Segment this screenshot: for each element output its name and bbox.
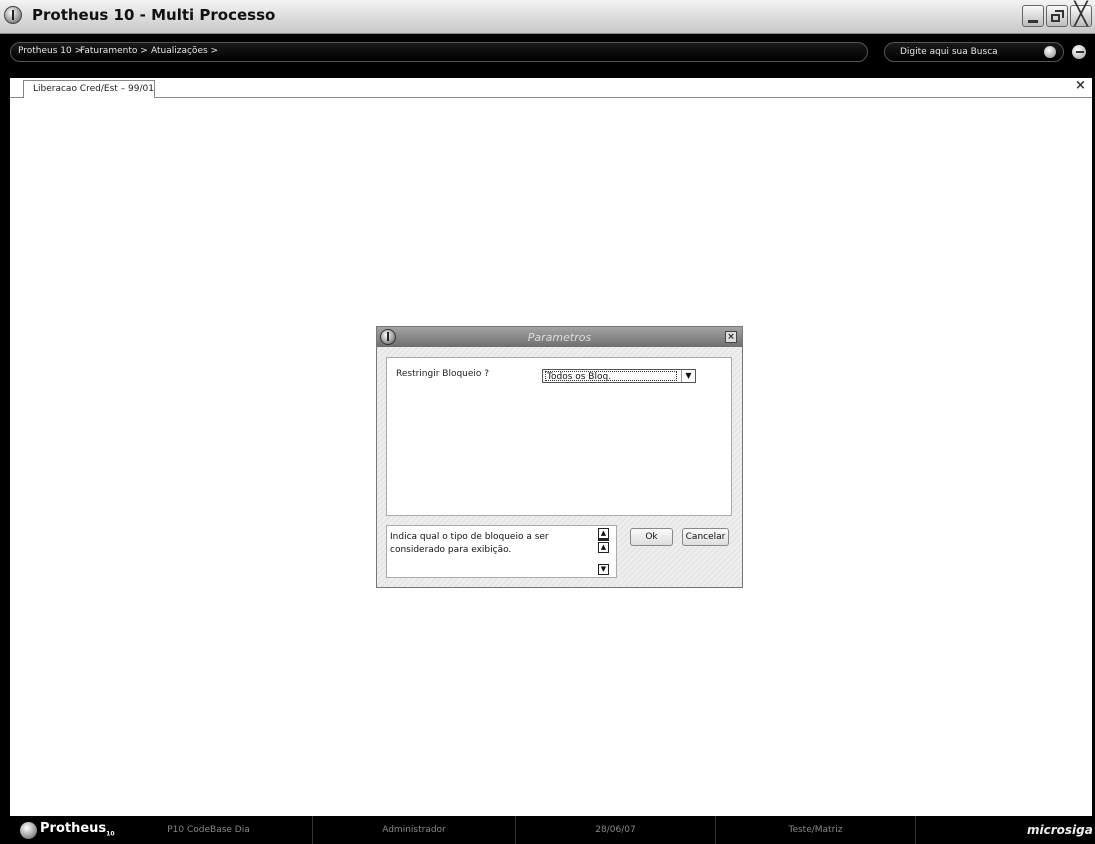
- protheus-logo-icon: [4, 6, 22, 24]
- scrollbar-separator: [598, 539, 609, 541]
- select-value: Todos os Bloq.: [545, 371, 677, 382]
- search-go-icon[interactable]: [1044, 46, 1056, 58]
- navigation-bar: Protheus 10 > Faturamento > Atualizações…: [0, 34, 1095, 78]
- restringir-bloqueio-select[interactable]: Todos os Bloq. ▼: [542, 369, 696, 383]
- tab-divider: [10, 97, 23, 98]
- status-bar: P10 CodeBase Dia Administrador 28/06/07 …: [10, 816, 1095, 844]
- breadcrumb-item-atualizacoes[interactable]: Atualizações >: [151, 46, 218, 56]
- window-titlebar: Protheus 10 - Multi Processo ╳: [0, 0, 1095, 34]
- status-environment: P10 CodeBase Dia: [105, 816, 313, 844]
- ok-button[interactable]: Ok: [630, 528, 673, 546]
- scroll-up-button[interactable]: ▲: [598, 542, 609, 553]
- tab-liberacao[interactable]: Liberacao Cred/Est – 99/01: [23, 80, 155, 98]
- search-input[interactable]: [900, 45, 1030, 59]
- protheus-logo-icon: [20, 822, 37, 839]
- scroll-up-button[interactable]: ▲: [598, 528, 609, 539]
- parameters-panel: Restringir Bloqueio ? Todos os Bloq. ▼: [386, 357, 732, 516]
- tab-close-icon[interactable]: ×: [1075, 78, 1086, 93]
- tab-label: Liberacao Cred/Est – 99/01: [33, 84, 154, 94]
- status-date: 28/06/07: [516, 816, 716, 844]
- dialog-close-button[interactable]: ×: [725, 331, 737, 343]
- help-text-box: Indica qual o tipo de bloqueio a ser con…: [386, 525, 617, 578]
- restore-button[interactable]: [1046, 5, 1068, 27]
- status-branch: Teste/Matriz: [716, 816, 916, 844]
- brand-text: Protheus: [40, 821, 107, 836]
- microsiga-logo: microsiga: [1027, 823, 1093, 837]
- breadcrumb-item-protheus[interactable]: Protheus 10 >: [18, 46, 82, 56]
- scroll-down-button[interactable]: ▼: [598, 564, 609, 575]
- brand-name: Protheus10: [40, 821, 115, 838]
- window-title: Protheus 10 - Multi Processo: [32, 6, 276, 24]
- status-user: Administrador: [313, 816, 516, 844]
- dialog-titlebar: Parametros ×: [377, 327, 742, 347]
- restringir-bloqueio-label: Restringir Bloqueio ?: [396, 369, 490, 379]
- cancel-button[interactable]: Cancelar: [682, 528, 729, 546]
- chevron-down-icon[interactable]: ▼: [681, 370, 695, 382]
- tab-divider: [155, 97, 1092, 98]
- dialog-title: Parametros: [527, 331, 592, 344]
- left-rail: [0, 78, 10, 844]
- minimize-button[interactable]: [1022, 5, 1044, 27]
- key-icon[interactable]: [1072, 45, 1086, 59]
- brand-version: 10: [106, 830, 115, 838]
- breadcrumb-item-faturamento[interactable]: Faturamento >: [80, 46, 148, 56]
- help-text: Indica qual o tipo de bloqueio a ser con…: [390, 532, 549, 555]
- window-close-button[interactable]: ╳: [1070, 4, 1092, 27]
- parametros-dialog: Parametros × Restringir Bloqueio ? Todos…: [376, 326, 743, 588]
